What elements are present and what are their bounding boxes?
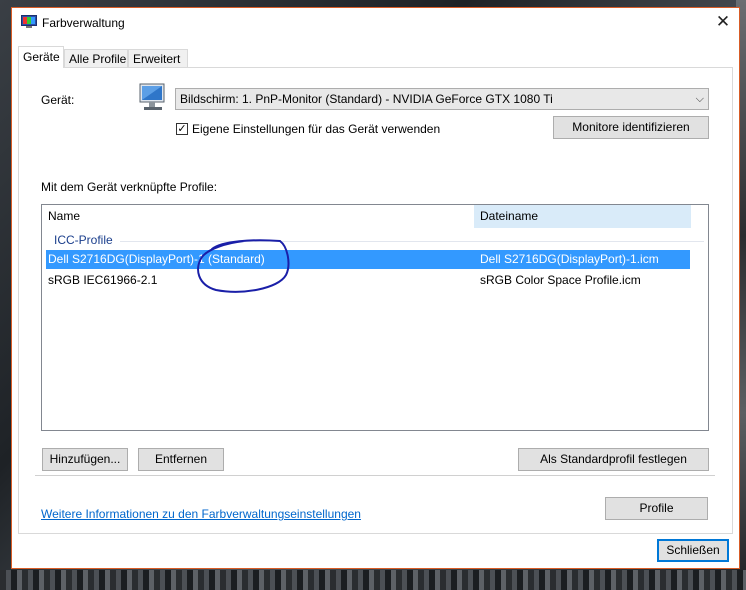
profile-row[interactable]: sRGB IEC61966-2.1 sRGB Color Space Profi… <box>46 271 690 290</box>
chevron-down-icon: ⌵ <box>695 93 704 105</box>
profile-filename: Dell S2716DG(DisplayPort)-1.icm <box>480 252 659 266</box>
set-default-profile-button[interactable]: Als Standardprofil festlegen <box>518 448 709 471</box>
close-icon: ✕ <box>715 12 731 31</box>
checkmark-icon: ✓ <box>177 123 187 135</box>
device-select[interactable]: Bildschirm: 1. PnP-Monitor (Standard) - … <box>175 88 709 110</box>
identify-monitors-button[interactable]: Monitore identifizieren <box>553 116 709 139</box>
column-header-filename[interactable]: Dateiname <box>474 205 691 228</box>
tab-devices[interactable]: Geräte <box>18 46 64 68</box>
profiles-list: Name Dateiname ICC-Profile Dell S2716DG(… <box>41 204 709 431</box>
hand-drawn-circle-annotation <box>197 239 290 293</box>
profile-row[interactable]: Dell S2716DG(DisplayPort)-1 (Standard) D… <box>46 250 690 269</box>
group-header-icc: ICC-Profile <box>54 233 113 247</box>
divider <box>35 475 715 476</box>
tab-all-profiles[interactable]: Alle Profile <box>64 49 128 67</box>
window-title: Farbverwaltung <box>42 16 125 30</box>
remove-button[interactable]: Entfernen <box>138 448 224 471</box>
device-select-value: Bildschirm: 1. PnP-Monitor (Standard) - … <box>180 92 553 106</box>
tab-advanced[interactable]: Erweitert <box>128 49 188 67</box>
linked-profiles-label: Mit dem Gerät verknüpfte Profile: <box>41 180 218 194</box>
profile-name: sRGB IEC61966-2.1 <box>48 273 158 287</box>
close-window-button[interactable]: ✕ <box>713 12 733 32</box>
devices-panel: Gerät: Bildschirm: 1. PnP-Monitor (Stand… <box>18 67 733 534</box>
column-header-name[interactable]: Name <box>42 205 472 228</box>
own-settings-checkbox[interactable]: ✓ <box>176 123 188 135</box>
desktop-background-bottom <box>0 570 746 590</box>
color-management-window: Farbverwaltung ✕ Geräte Alle Profile Erw… <box>11 7 740 569</box>
color-management-icon <box>21 15 37 28</box>
more-info-link[interactable]: Weitere Informationen zu den Farbverwalt… <box>41 507 361 521</box>
monitor-icon <box>139 83 165 110</box>
own-settings-label: Eigene Einstellungen für das Gerät verwe… <box>192 122 441 136</box>
title-bar: Farbverwaltung ✕ <box>12 8 739 38</box>
profile-button[interactable]: Profile <box>605 497 708 520</box>
profile-filename: sRGB Color Space Profile.icm <box>480 273 641 287</box>
close-button[interactable]: Schließen <box>657 539 729 562</box>
device-label: Gerät: <box>41 93 75 107</box>
add-button[interactable]: Hinzufügen... <box>42 448 128 471</box>
